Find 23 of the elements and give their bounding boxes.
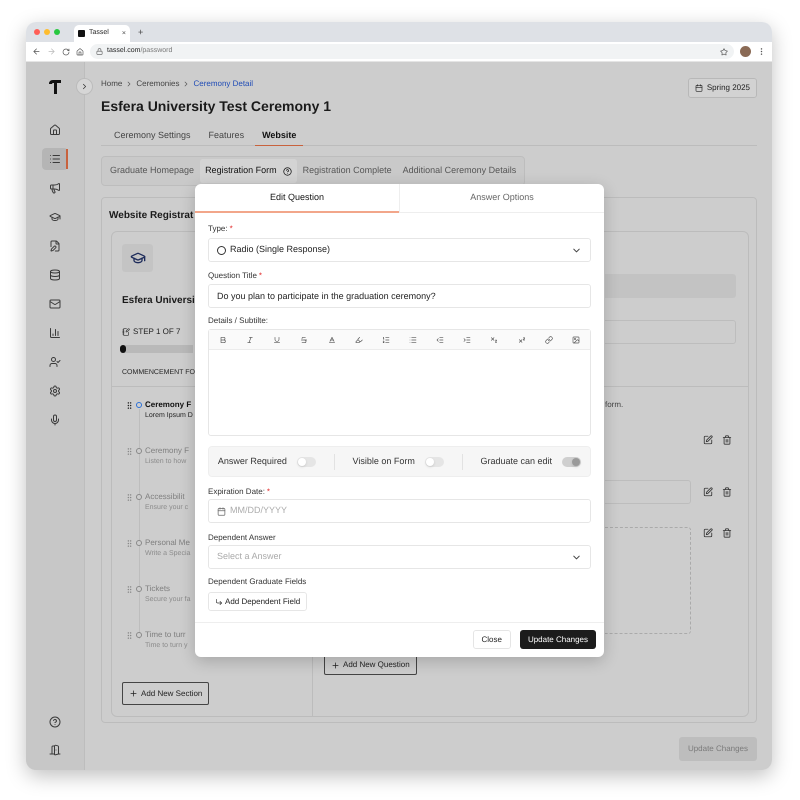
- step-label: STEP 1 OF 7: [133, 326, 180, 338]
- field-label: Dependent Answer: [208, 533, 276, 542]
- section-item-title: Time to turr: [145, 629, 187, 641]
- field-label: Question Title: [208, 271, 257, 280]
- field-label: Dependent Graduate Fields: [208, 577, 306, 586]
- field-label: Expiration Date:: [208, 487, 265, 496]
- field-label: Type:: [208, 224, 228, 233]
- required-asterisk: *: [230, 224, 233, 233]
- section-title: Website Registrat: [109, 210, 194, 221]
- section-item-title: Tickets: [145, 583, 172, 595]
- toggle-label: Graduate can edit: [480, 454, 552, 468]
- required-asterisk: *: [258, 271, 262, 280]
- toggle-label: Visible on Form: [352, 454, 415, 468]
- page-title: Esfera University Test Ceremony 1: [101, 97, 332, 115]
- section-item-title: Ceremony F: [145, 445, 190, 457]
- section-item-title: Ceremony F: [145, 399, 192, 411]
- section-item-title: Personal Me: [145, 537, 190, 549]
- field-label: Details / Subtilte:: [208, 316, 268, 325]
- question-note: form.: [605, 400, 624, 409]
- required-asterisk: *: [266, 487, 270, 496]
- form-title: Esfera Universi: [122, 295, 195, 306]
- toggle-label: Answer Required: [218, 454, 287, 468]
- section-item-title: Accessibilit: [145, 491, 186, 503]
